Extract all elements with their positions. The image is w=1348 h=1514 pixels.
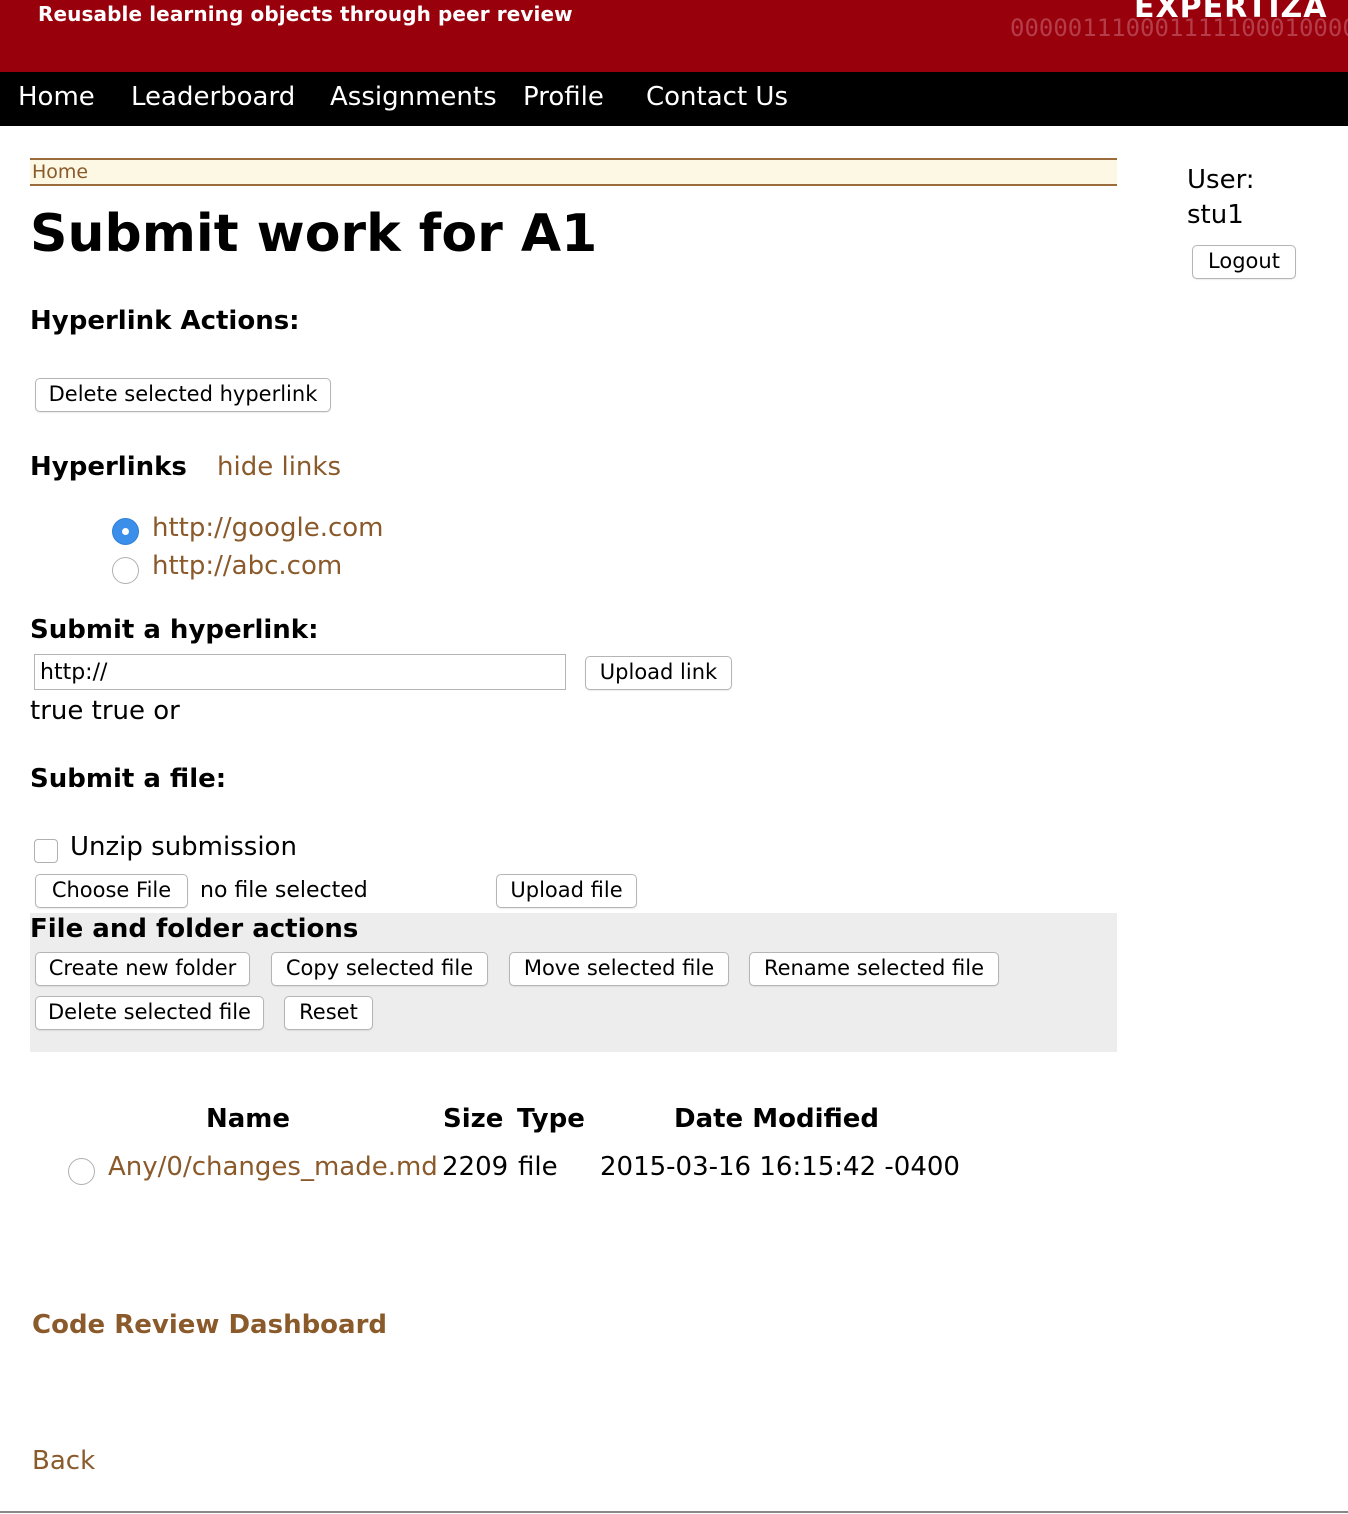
- table-header-type: Type: [517, 1104, 585, 1134]
- main-nav: Home Leaderboard Assignments Profile Con…: [0, 72, 1348, 126]
- delete-hyperlink-button[interactable]: Delete selected hyperlink: [35, 378, 331, 412]
- page-title: Submit work for A1: [30, 204, 598, 264]
- hyperlink-radio-1[interactable]: [112, 518, 139, 545]
- hyperlink-item-1[interactable]: http://google.com: [152, 513, 384, 543]
- file-size: 2209: [442, 1152, 509, 1182]
- back-link[interactable]: Back: [32, 1446, 95, 1476]
- hide-links-toggle[interactable]: hide links: [217, 452, 341, 482]
- upload-file-button[interactable]: Upload file: [496, 874, 637, 908]
- site-logo[interactable]: EXPERTIZA: [1134, 0, 1327, 25]
- file-actions-heading: File and folder actions: [30, 914, 359, 944]
- nav-contact-us[interactable]: Contact Us: [646, 82, 788, 112]
- upload-link-button[interactable]: Upload link: [585, 656, 732, 690]
- hyperlink-radio-2[interactable]: [112, 557, 139, 584]
- user-label: User:: [1187, 165, 1255, 195]
- move-file-button[interactable]: Move selected file: [509, 952, 729, 986]
- reset-button[interactable]: Reset: [284, 996, 373, 1030]
- header-banner: Reusable learning objects through peer r…: [0, 0, 1348, 72]
- site-tagline: Reusable learning objects through peer r…: [38, 2, 573, 26]
- nav-leaderboard[interactable]: Leaderboard: [131, 82, 295, 112]
- file-type: file: [518, 1152, 558, 1182]
- hyperlink-item-2[interactable]: http://abc.com: [152, 551, 342, 581]
- hyperlink-actions-heading: Hyperlink Actions:: [30, 306, 300, 336]
- choose-file-button[interactable]: Choose File: [35, 874, 188, 908]
- submit-hyperlink-heading: Submit a hyperlink:: [30, 615, 319, 645]
- nav-assignments[interactable]: Assignments: [330, 82, 497, 112]
- file-select-radio[interactable]: [68, 1158, 95, 1185]
- hyperlink-url-input[interactable]: [34, 654, 566, 690]
- nav-profile[interactable]: Profile: [523, 82, 604, 112]
- unzip-label: Unzip submission: [70, 832, 297, 862]
- hyperlink-status-text: true true or: [30, 696, 180, 726]
- copy-file-button[interactable]: Copy selected file: [271, 952, 488, 986]
- table-header-name: Name: [206, 1104, 291, 1134]
- table-header-size: Size: [443, 1104, 504, 1134]
- hyperlinks-heading: Hyperlinks: [30, 452, 187, 482]
- rename-file-button[interactable]: Rename selected file: [749, 952, 999, 986]
- code-review-dashboard-link[interactable]: Code Review Dashboard: [32, 1310, 387, 1340]
- file-status-text: no file selected: [200, 878, 368, 903]
- user-name: stu1: [1187, 200, 1244, 230]
- create-folder-button[interactable]: Create new folder: [35, 952, 250, 986]
- file-date-modified: 2015-03-16 16:15:42 -0400: [600, 1152, 960, 1182]
- logout-button[interactable]: Logout: [1192, 245, 1296, 279]
- submit-file-heading: Submit a file:: [30, 764, 227, 794]
- breadcrumb-home-link[interactable]: Home: [32, 161, 88, 183]
- bottom-divider: [0, 1511, 1348, 1513]
- delete-file-button[interactable]: Delete selected file: [35, 996, 264, 1030]
- nav-home[interactable]: Home: [18, 82, 95, 112]
- file-name-link[interactable]: Any/0/changes_made.md: [108, 1152, 438, 1182]
- table-header-date: Date Modified: [674, 1104, 880, 1134]
- breadcrumb: Home: [30, 158, 1117, 186]
- unzip-checkbox[interactable]: [34, 839, 58, 863]
